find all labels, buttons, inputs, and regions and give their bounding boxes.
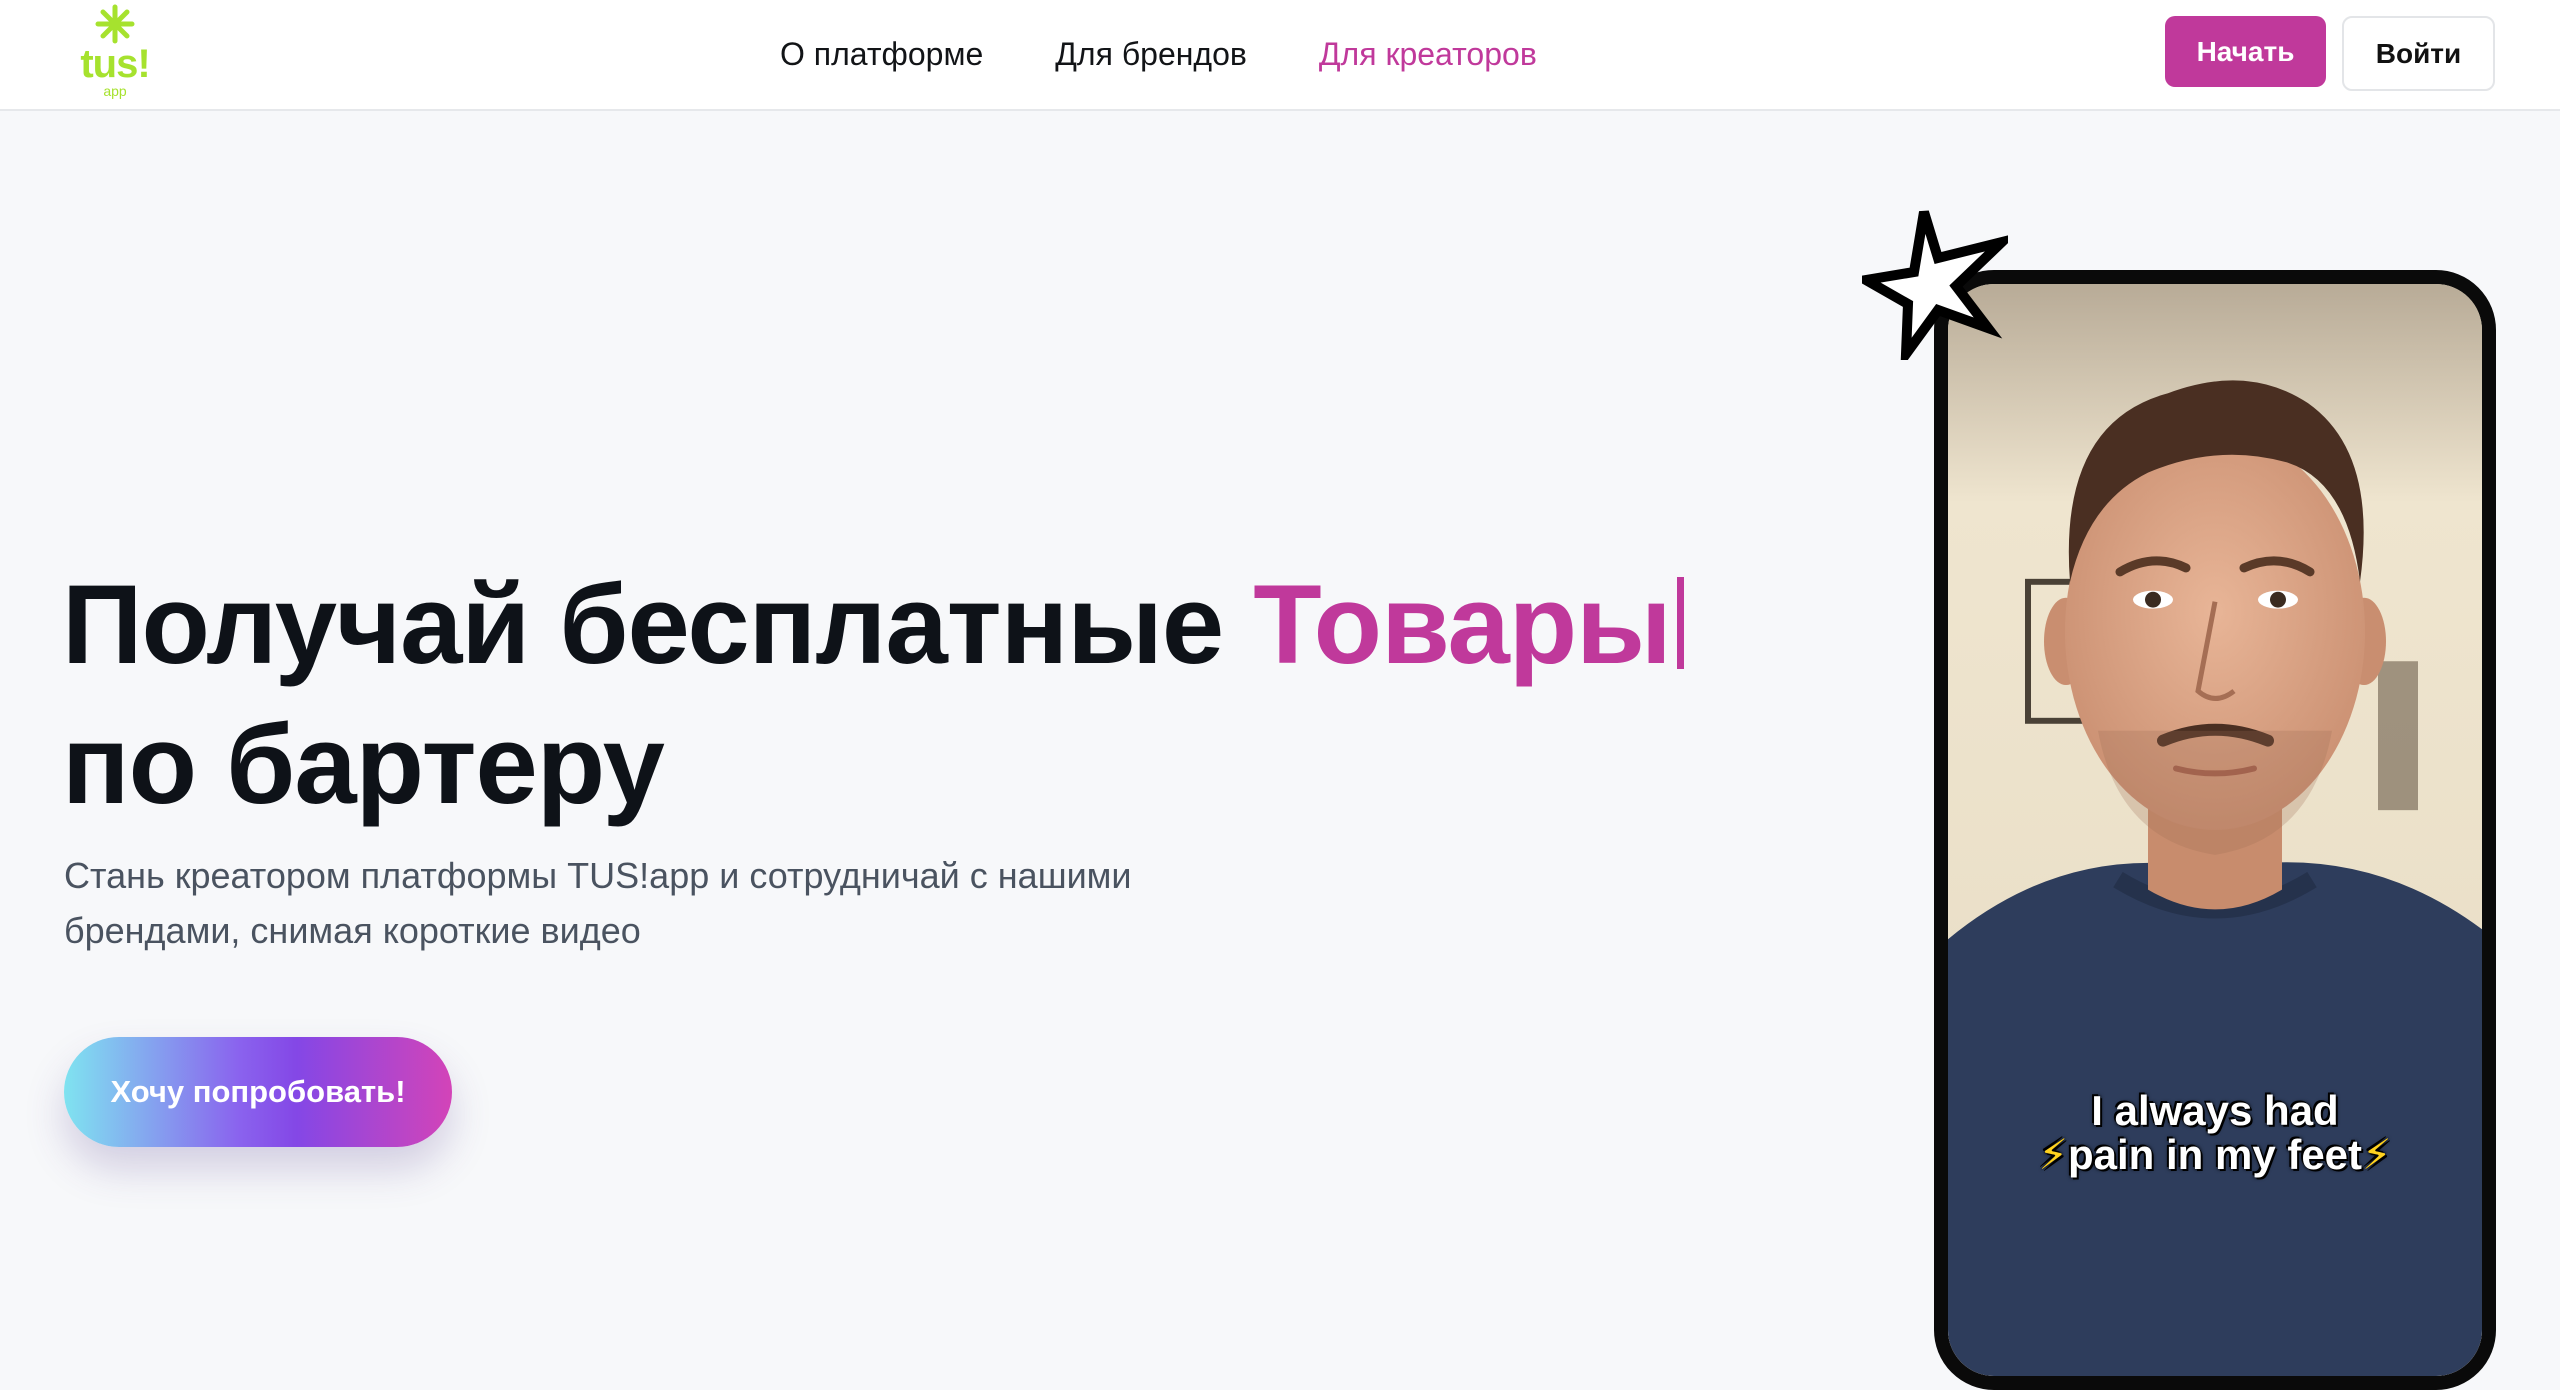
video-caption: I always had ⚡pain in my feet⚡ (1948, 1089, 2482, 1177)
sparkle-star-icon (1862, 210, 2008, 360)
hero-title: Получай бесплатные Товары по бартеру (62, 555, 1684, 835)
hero-subtitle: Стань креатором платформы TUS!app и сотр… (64, 855, 1132, 951)
lightning-icon: ⚡ (2362, 1131, 2392, 1178)
logo[interactable]: tus! app (70, 4, 160, 104)
video-caption-line2: pain in my feet (2067, 1131, 2363, 1178)
try-it-button[interactable]: Хочу попробовать! (64, 1037, 452, 1147)
nav-item-platform[interactable]: О платформе (780, 32, 983, 76)
lightning-icon: ⚡ (2038, 1131, 2068, 1178)
asterisk-flower-icon (95, 4, 135, 44)
nav-item-brands[interactable]: Для брендов (1055, 32, 1247, 76)
hero-title-line2: по бартеру (62, 702, 665, 827)
video-frame-image (1948, 284, 2482, 1376)
hero-title-part1: Получай бесплатные (62, 562, 1224, 687)
site-header: tus! app О платформе Для брендов Для кре… (0, 0, 2560, 111)
typing-caret (1676, 577, 1684, 669)
login-button[interactable]: Войти (2342, 16, 2495, 91)
nav-item-creators[interactable]: Для креаторов (1319, 32, 1537, 76)
video-phone-frame[interactable]: I always had ⚡pain in my feet⚡ (1934, 270, 2496, 1390)
main-nav: О платформе Для брендов Для креаторов (780, 32, 1537, 76)
logo-wordmark: tus! (80, 42, 150, 86)
hero-title-accent: Товары (1253, 562, 1671, 687)
video-caption-line1: I always had (2091, 1087, 2339, 1134)
logo-subtitle: app (103, 83, 127, 99)
start-button[interactable]: Начать (2165, 16, 2326, 87)
